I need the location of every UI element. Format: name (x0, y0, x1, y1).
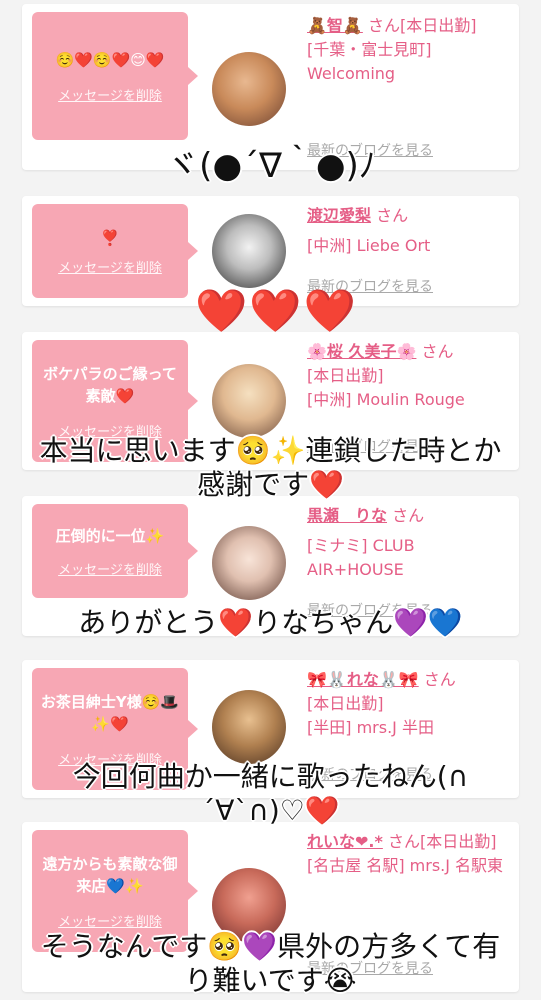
message-bubble: 圧倒的に一位✨ メッセージを削除 (32, 504, 198, 598)
kaomoji-caption: ヾ(●´∇｀●)ﾉ (165, 146, 376, 186)
profile-info: 黒瀬 りな さん [ミナミ] CLUB AIR+HOUSE (307, 504, 512, 582)
name-suffix: さん (392, 506, 425, 525)
profile-info: 🌸桜 久美子🌸 さん [本日出勤] [中洲] Moulin Rouge (307, 340, 512, 412)
profile-info: 🎀🐰れな🐰🎀 さん [本日出勤] [半田] mrs.J 半田 (307, 668, 512, 740)
name-suffix: さん (423, 670, 456, 689)
name-suffix: さん (421, 342, 454, 361)
profile-info: 渡辺愛梨 さん [中洲] Liebe Ort (307, 204, 512, 258)
message-text: 遠方からも素敵な御来店💙✨ (42, 854, 178, 895)
delete-message-link[interactable]: メッセージを削除 (58, 559, 162, 578)
avatar[interactable] (212, 690, 286, 764)
profile-name-link[interactable]: 黒瀬 りな (307, 506, 387, 525)
message-text: ❣️ (100, 228, 120, 247)
message-bubble: ☺️❤️☺️❤️😊❤️ メッセージを削除 (32, 12, 198, 140)
avatar[interactable] (212, 214, 286, 288)
shop-location: [中洲] Moulin Rouge (307, 390, 465, 409)
hearts-caption: ❤️❤️❤️ (195, 286, 358, 335)
shop-location: [中洲] Liebe Ort (307, 236, 431, 255)
shop-status: [本日出勤] (307, 694, 384, 713)
delete-message-link[interactable]: メッセージを削除 (58, 911, 162, 930)
message-bubble: ❣️ メッセージを削除 (32, 204, 198, 298)
avatar[interactable] (212, 52, 286, 126)
profile-name-link[interactable]: 🎀🐰れな🐰🎀 (307, 670, 419, 689)
shop-location: [半田] mrs.J 半田 (307, 718, 434, 737)
message-text: ボケパラのご縁って素敵❤️ (43, 364, 177, 405)
delete-message-link[interactable]: メッセージを削除 (58, 85, 162, 104)
avatar[interactable] (212, 526, 286, 600)
profile-info: れいな❤︎.* さん[本日出勤] [名古屋 名駅] mrs.J 名駅東 (307, 830, 512, 878)
profile-info: 🧸智🧸 さん[本日出勤] [千葉・富士見町] Welcoming (307, 14, 512, 86)
name-suffix: さん[本日出勤] (367, 16, 477, 35)
caption-line: ありがとう❤️りなちゃん💜💙 (78, 606, 463, 639)
message-text: お茶目紳士Y様☺️🎩✨❤️ (40, 692, 180, 733)
shop-location: [千葉・富士見町] Welcoming (307, 40, 432, 83)
profile-name-link[interactable]: 🌸桜 久美子🌸 (307, 342, 416, 361)
shop-location: [ミナミ] CLUB AIR+HOUSE (307, 536, 415, 579)
message-text: 圧倒的に一位✨ (55, 526, 165, 545)
delete-message-link[interactable]: メッセージを削除 (58, 257, 162, 276)
caption-line: 本当に思います🥺✨連鎖した時とか 感謝です❤️ (39, 434, 502, 501)
message-text: ☺️❤️☺️❤️😊❤️ (55, 50, 165, 69)
profile-name-link[interactable]: れいな❤︎.* (307, 832, 383, 851)
caption-line: そうなんです🥺💜県外の方多くて有 り難いです😭 (40, 930, 501, 997)
shop-location: [名古屋 名駅] mrs.J 名駅東 (307, 856, 504, 875)
shop-status: [本日出勤] (307, 366, 384, 385)
name-suffix: さん (376, 206, 409, 225)
caption-line: 今回何曲か一緒に歌ったねん(∩ ´∀`∩)♡❤️ (72, 760, 469, 827)
avatar[interactable] (212, 364, 286, 438)
profile-name-link[interactable]: 🧸智🧸 (307, 16, 363, 35)
name-suffix: さん[本日出勤] (387, 832, 497, 851)
profile-name-link[interactable]: 渡辺愛梨 (307, 206, 371, 225)
